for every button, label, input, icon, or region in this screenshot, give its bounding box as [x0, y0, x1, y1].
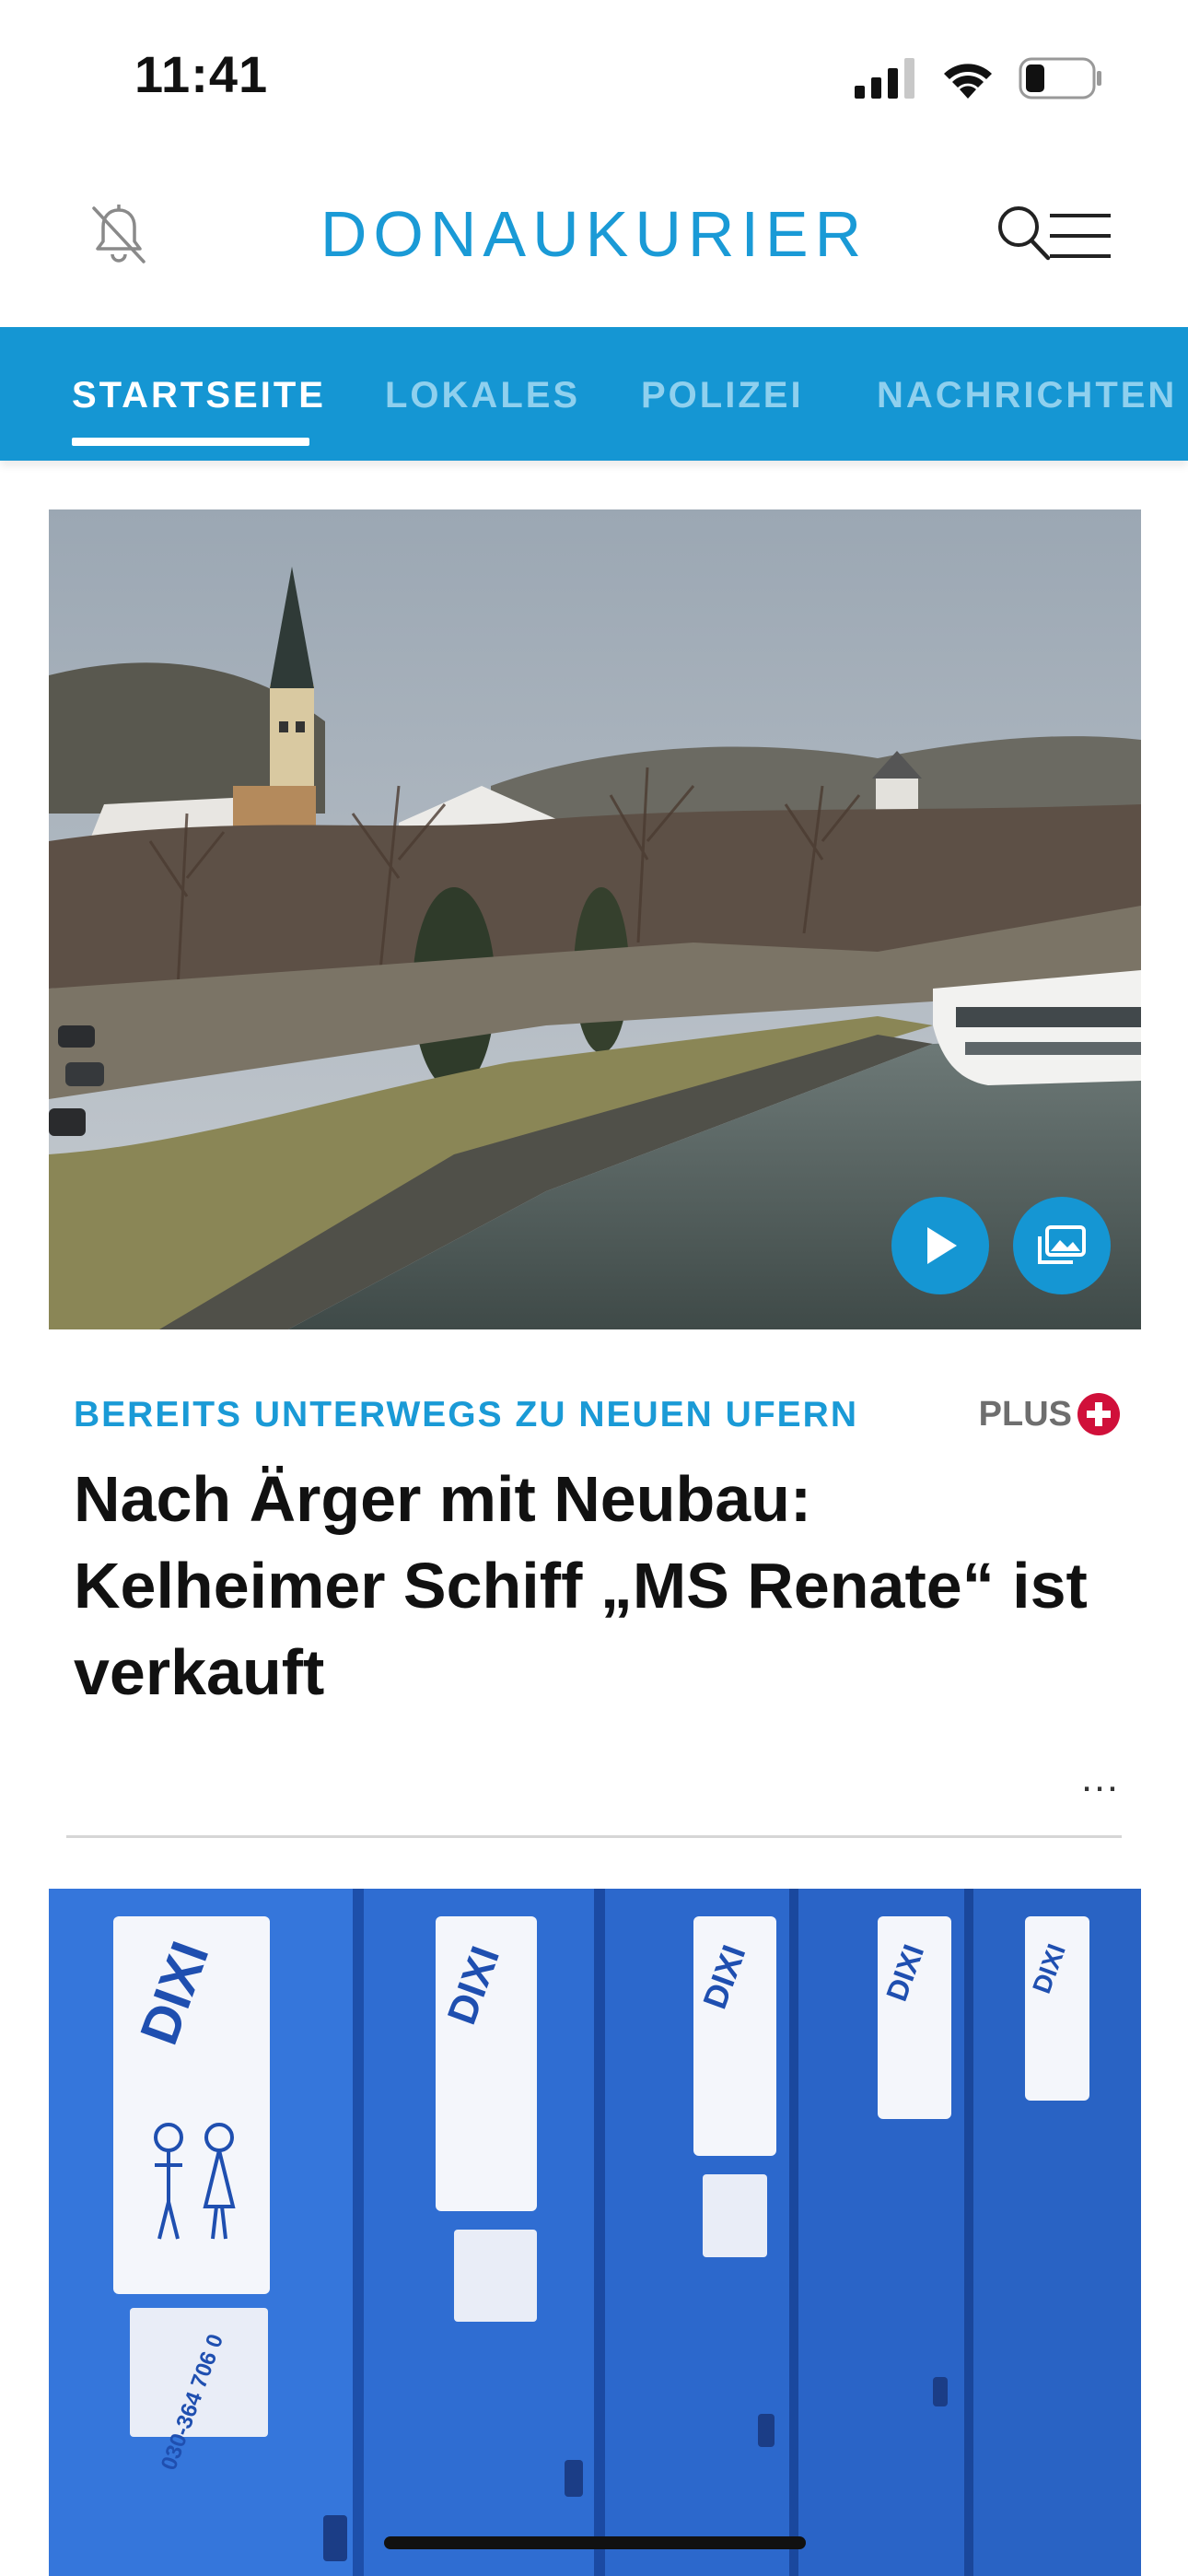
article-headline[interactable]: Nach Ärger mit Neubau: Kelheimer Schiff …	[74, 1456, 1124, 1715]
cellular-signal-icon	[855, 58, 914, 99]
video-play-button[interactable]	[891, 1197, 989, 1294]
play-icon	[927, 1227, 957, 1264]
article-divider	[66, 1835, 1122, 1838]
status-bar: 11:41	[0, 0, 1188, 157]
tab-polizei[interactable]: POLIZEI	[641, 375, 804, 416]
active-tab-indicator	[72, 438, 309, 446]
portable-toilets-photo: DIXI DIXI DIXI DIXI DIXI 030-364 706 0	[49, 1889, 1141, 2576]
battery-icon	[1019, 57, 1101, 100]
status-icons	[855, 55, 1103, 101]
river-town-photo	[49, 509, 1141, 1329]
tab-startseite[interactable]: STARTSEITE	[72, 375, 326, 416]
search-menu-icon[interactable]	[995, 203, 1114, 267]
tab-lokales[interactable]: LOKALES	[385, 375, 580, 416]
app-header: DONAUKURIER	[0, 157, 1188, 327]
tab-nachrichten[interactable]: NACHRICHTEN	[877, 375, 1177, 416]
article-kicker[interactable]: BEREITS UNTERWEGS ZU NEUEN UFERN	[74, 1395, 858, 1435]
article-hero-image[interactable]	[49, 509, 1141, 1329]
gallery-icon	[1038, 1225, 1086, 1264]
section-tab-bar: STARTSEITE LOKALES POLIZEI NACHRICHTEN	[0, 327, 1188, 461]
plus-badge: PLUS	[979, 1391, 1122, 1437]
article-hero-image[interactable]: DIXI DIXI DIXI DIXI DIXI 030-364 706 0	[49, 1889, 1141, 2576]
gallery-button[interactable]	[1013, 1197, 1111, 1294]
more-options-button[interactable]: …	[1079, 1755, 1124, 1801]
plus-badge-label: PLUS	[978, 1394, 1072, 1434]
status-time: 11:41	[134, 45, 269, 103]
wifi-icon	[944, 64, 992, 99]
plus-circle-icon	[1077, 1393, 1120, 1435]
home-indicator[interactable]	[384, 2536, 806, 2549]
